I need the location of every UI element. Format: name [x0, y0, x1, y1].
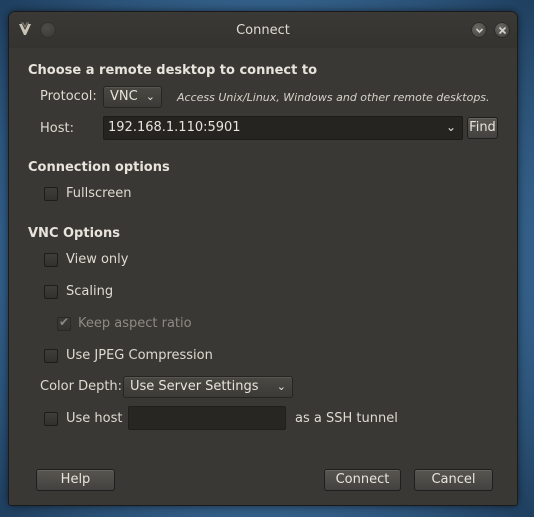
- scaling-label: Scaling: [66, 284, 114, 299]
- minimize-icon[interactable]: [471, 22, 487, 38]
- view-only-checkbox[interactable]: [44, 253, 58, 267]
- host-value: 192.168.1.110:5901: [108, 120, 241, 135]
- chevron-down-icon[interactable]: ⌄: [446, 120, 456, 134]
- dialog-content: Choose a remote desktop to connect to Pr…: [9, 48, 517, 505]
- chevron-down-icon: ⌄: [276, 380, 286, 393]
- checkmark-icon: ✔: [59, 315, 70, 329]
- color-depth-value: Use Server Settings: [130, 379, 259, 394]
- view-only-label: View only: [66, 252, 129, 267]
- host-label: Host:: [40, 121, 74, 136]
- jpeg-label: Use JPEG Compression: [66, 348, 213, 363]
- ssh-tunnel-checkbox[interactable]: [44, 412, 58, 426]
- color-depth-label: Color Depth:: [40, 379, 123, 394]
- find-button[interactable]: Find: [467, 117, 498, 139]
- ssh-suffix-label: as a SSH tunnel: [295, 411, 398, 426]
- scaling-checkbox[interactable]: [44, 285, 58, 299]
- connect-button[interactable]: Connect: [324, 469, 401, 491]
- title-bar[interactable]: Connect: [9, 12, 517, 48]
- remote-section-title: Choose a remote desktop to connect to: [28, 63, 318, 78]
- connect-dialog: Connect Choose a remote desktop to conne…: [9, 12, 517, 505]
- protocol-value: VNC: [110, 89, 138, 104]
- ssh-host-input[interactable]: [128, 406, 286, 430]
- help-button[interactable]: Help: [36, 469, 115, 491]
- jpeg-checkbox[interactable]: [44, 349, 58, 363]
- fullscreen-label: Fullscreen: [66, 186, 132, 201]
- cancel-button[interactable]: Cancel: [414, 469, 493, 491]
- protocol-hint: Access Unix/Linux, Windows and other rem…: [177, 91, 490, 104]
- vnc-options-title: VNC Options: [28, 226, 120, 241]
- close-icon[interactable]: [494, 22, 510, 38]
- protocol-select[interactable]: VNC ⌄: [103, 86, 162, 108]
- chevron-down-icon: ⌄: [145, 90, 155, 103]
- window-title: Connect: [236, 23, 290, 38]
- ssh-prefix-label: Use host: [66, 411, 123, 426]
- connection-options-title: Connection options: [28, 160, 170, 175]
- keep-aspect-checkbox: ✔: [57, 315, 71, 331]
- protocol-label: Protocol:: [40, 89, 97, 104]
- fullscreen-checkbox[interactable]: [44, 187, 58, 201]
- host-combo-entry[interactable]: 192.168.1.110:5901 ⌄: [103, 116, 463, 140]
- keep-aspect-label: Keep aspect ratio: [78, 316, 192, 331]
- color-depth-select[interactable]: Use Server Settings ⌄: [123, 376, 293, 398]
